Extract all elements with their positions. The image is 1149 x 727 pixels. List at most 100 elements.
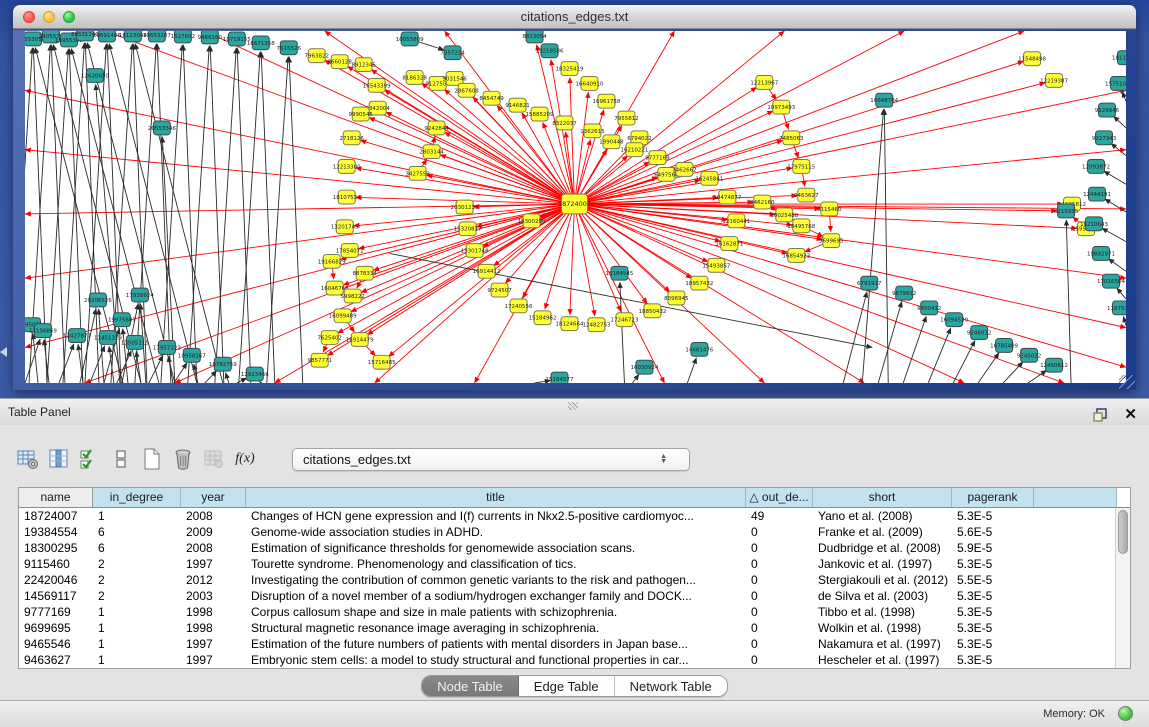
graph-node[interactable]	[423, 145, 440, 159]
graph-node[interactable]	[561, 62, 578, 76]
graph-node[interactable]	[921, 301, 938, 315]
graph-node[interactable]	[708, 258, 725, 272]
graph-node[interactable]	[1093, 247, 1110, 261]
graph-node[interactable]	[719, 190, 736, 204]
graph-node[interactable]	[124, 31, 141, 42]
graph-node[interactable]	[491, 283, 508, 297]
graph-node[interactable]	[336, 220, 353, 234]
graph-hub-node[interactable]	[562, 194, 588, 214]
graph-node[interactable]	[68, 329, 85, 343]
graph-node[interactable]	[1021, 348, 1038, 362]
column-header-short[interactable]: short	[813, 488, 952, 507]
graph-node[interactable]	[323, 254, 340, 268]
graph-node[interactable]	[1111, 76, 1126, 90]
column-header-name[interactable]: name	[19, 488, 93, 507]
table-row[interactable]: 1456911722003Disruption of a novel membe…	[19, 588, 1115, 604]
graph-node[interactable]	[636, 360, 653, 374]
graph-node[interactable]	[153, 121, 170, 135]
table-row[interactable]: 1938455462009Genome-wide association stu…	[19, 524, 1115, 540]
table-selector-dropdown[interactable]: citations_edges.txt ▲▼	[292, 448, 690, 471]
graph-node[interactable]	[691, 276, 708, 290]
graph-node[interactable]	[701, 171, 718, 185]
graph-node[interactable]	[321, 331, 338, 345]
graph-node[interactable]	[89, 293, 106, 307]
graph-node[interactable]	[344, 289, 361, 303]
tab-network-table[interactable]: Network Table	[615, 676, 727, 696]
graph-node[interactable]	[721, 237, 738, 251]
function-builder-icon[interactable]: f(x)	[233, 447, 257, 471]
graph-node[interactable]	[676, 163, 693, 177]
graph-node[interactable]	[754, 195, 771, 209]
graph-node[interactable]	[1099, 103, 1116, 117]
window-resize-grip[interactable]	[1119, 375, 1135, 389]
table-row[interactable]: 946362711997Embryonic stem cells: a mode…	[19, 652, 1115, 668]
table-row[interactable]: 911546021997Tourette syndrome. Phenomeno…	[19, 556, 1115, 572]
tab-edge-table[interactable]: Edge Table	[519, 676, 615, 696]
graph-node[interactable]	[1058, 204, 1075, 218]
graph-node[interactable]	[509, 98, 526, 112]
graph-node[interactable]	[1088, 160, 1105, 174]
graph-node[interactable]	[1086, 217, 1103, 231]
column-header-pagerank[interactable]: pagerank	[952, 488, 1034, 507]
graph-node[interactable]	[649, 151, 666, 165]
graph-node[interactable]	[946, 313, 963, 327]
splitter-handle[interactable]	[568, 402, 578, 410]
graph-node[interactable]	[561, 317, 578, 331]
graph-node[interactable]	[228, 32, 245, 46]
graph-node[interactable]	[214, 357, 231, 371]
graph-node[interactable]	[510, 299, 527, 313]
graph-node[interactable]	[60, 33, 77, 47]
graph-node[interactable]	[308, 49, 325, 63]
graph-node[interactable]	[334, 309, 351, 323]
table-row[interactable]: 977716911998Corpus callosum shape and si…	[19, 604, 1115, 620]
graph-node[interactable]	[466, 244, 483, 258]
graph-node[interactable]	[338, 190, 355, 204]
graph-node[interactable]	[581, 76, 598, 90]
table-mode-icon[interactable]	[16, 447, 40, 471]
table-row[interactable]: 2242004622012Investigating the contribut…	[19, 572, 1115, 588]
graph-node[interactable]	[556, 116, 573, 130]
graph-node[interactable]	[1096, 131, 1113, 145]
graph-node[interactable]	[658, 167, 675, 181]
graph-node[interactable]	[598, 94, 615, 108]
graph-node[interactable]	[896, 286, 913, 300]
graph-node[interactable]	[352, 107, 369, 121]
graph-node[interactable]	[34, 324, 51, 338]
graph-node[interactable]	[428, 121, 445, 135]
graph-node[interactable]	[644, 304, 661, 318]
graph-node[interactable]	[98, 31, 115, 42]
graph-node[interactable]	[373, 355, 390, 369]
graph-node[interactable]	[626, 143, 643, 157]
graph-node[interactable]	[1046, 358, 1063, 372]
row-height-icon[interactable]	[109, 447, 133, 471]
graph-node[interactable]	[458, 83, 475, 97]
graph-node[interactable]	[531, 107, 548, 121]
graph-node[interactable]	[76, 31, 93, 41]
graph-node[interactable]	[429, 76, 446, 90]
graph-node[interactable]	[369, 101, 386, 115]
graph-node[interactable]	[131, 288, 148, 302]
graph-node[interactable]	[1103, 274, 1120, 288]
graph-node[interactable]	[368, 78, 385, 92]
graph-node[interactable]	[126, 336, 143, 350]
graph-node[interactable]	[338, 160, 355, 174]
graph-node[interactable]	[343, 131, 360, 145]
graph-node[interactable]	[86, 69, 103, 83]
graph-node[interactable]	[611, 266, 628, 280]
table-row[interactable]: 1830029562008Estimation of significance …	[19, 540, 1115, 556]
graph-node[interactable]	[341, 244, 358, 258]
tab-node-table[interactable]: Node Table	[422, 676, 519, 696]
graph-node[interactable]	[821, 202, 838, 216]
close-panel-icon[interactable]: ✕	[1124, 407, 1137, 423]
graph-node[interactable]	[406, 71, 423, 85]
graph-node[interactable]	[823, 234, 840, 248]
column-header-in_degree[interactable]: in_degree	[93, 488, 181, 507]
graph-node[interactable]	[113, 313, 130, 327]
graph-node[interactable]	[25, 32, 41, 46]
graph-node[interactable]	[483, 91, 500, 105]
graph-node[interactable]	[541, 44, 558, 58]
column-header-out_de[interactable]: △ out_de...	[746, 488, 813, 507]
graph-node[interactable]	[793, 160, 810, 174]
float-panel-icon[interactable]	[1088, 403, 1112, 427]
table-row[interactable]: 1872400712008Changes of HCN gene express…	[19, 508, 1115, 524]
